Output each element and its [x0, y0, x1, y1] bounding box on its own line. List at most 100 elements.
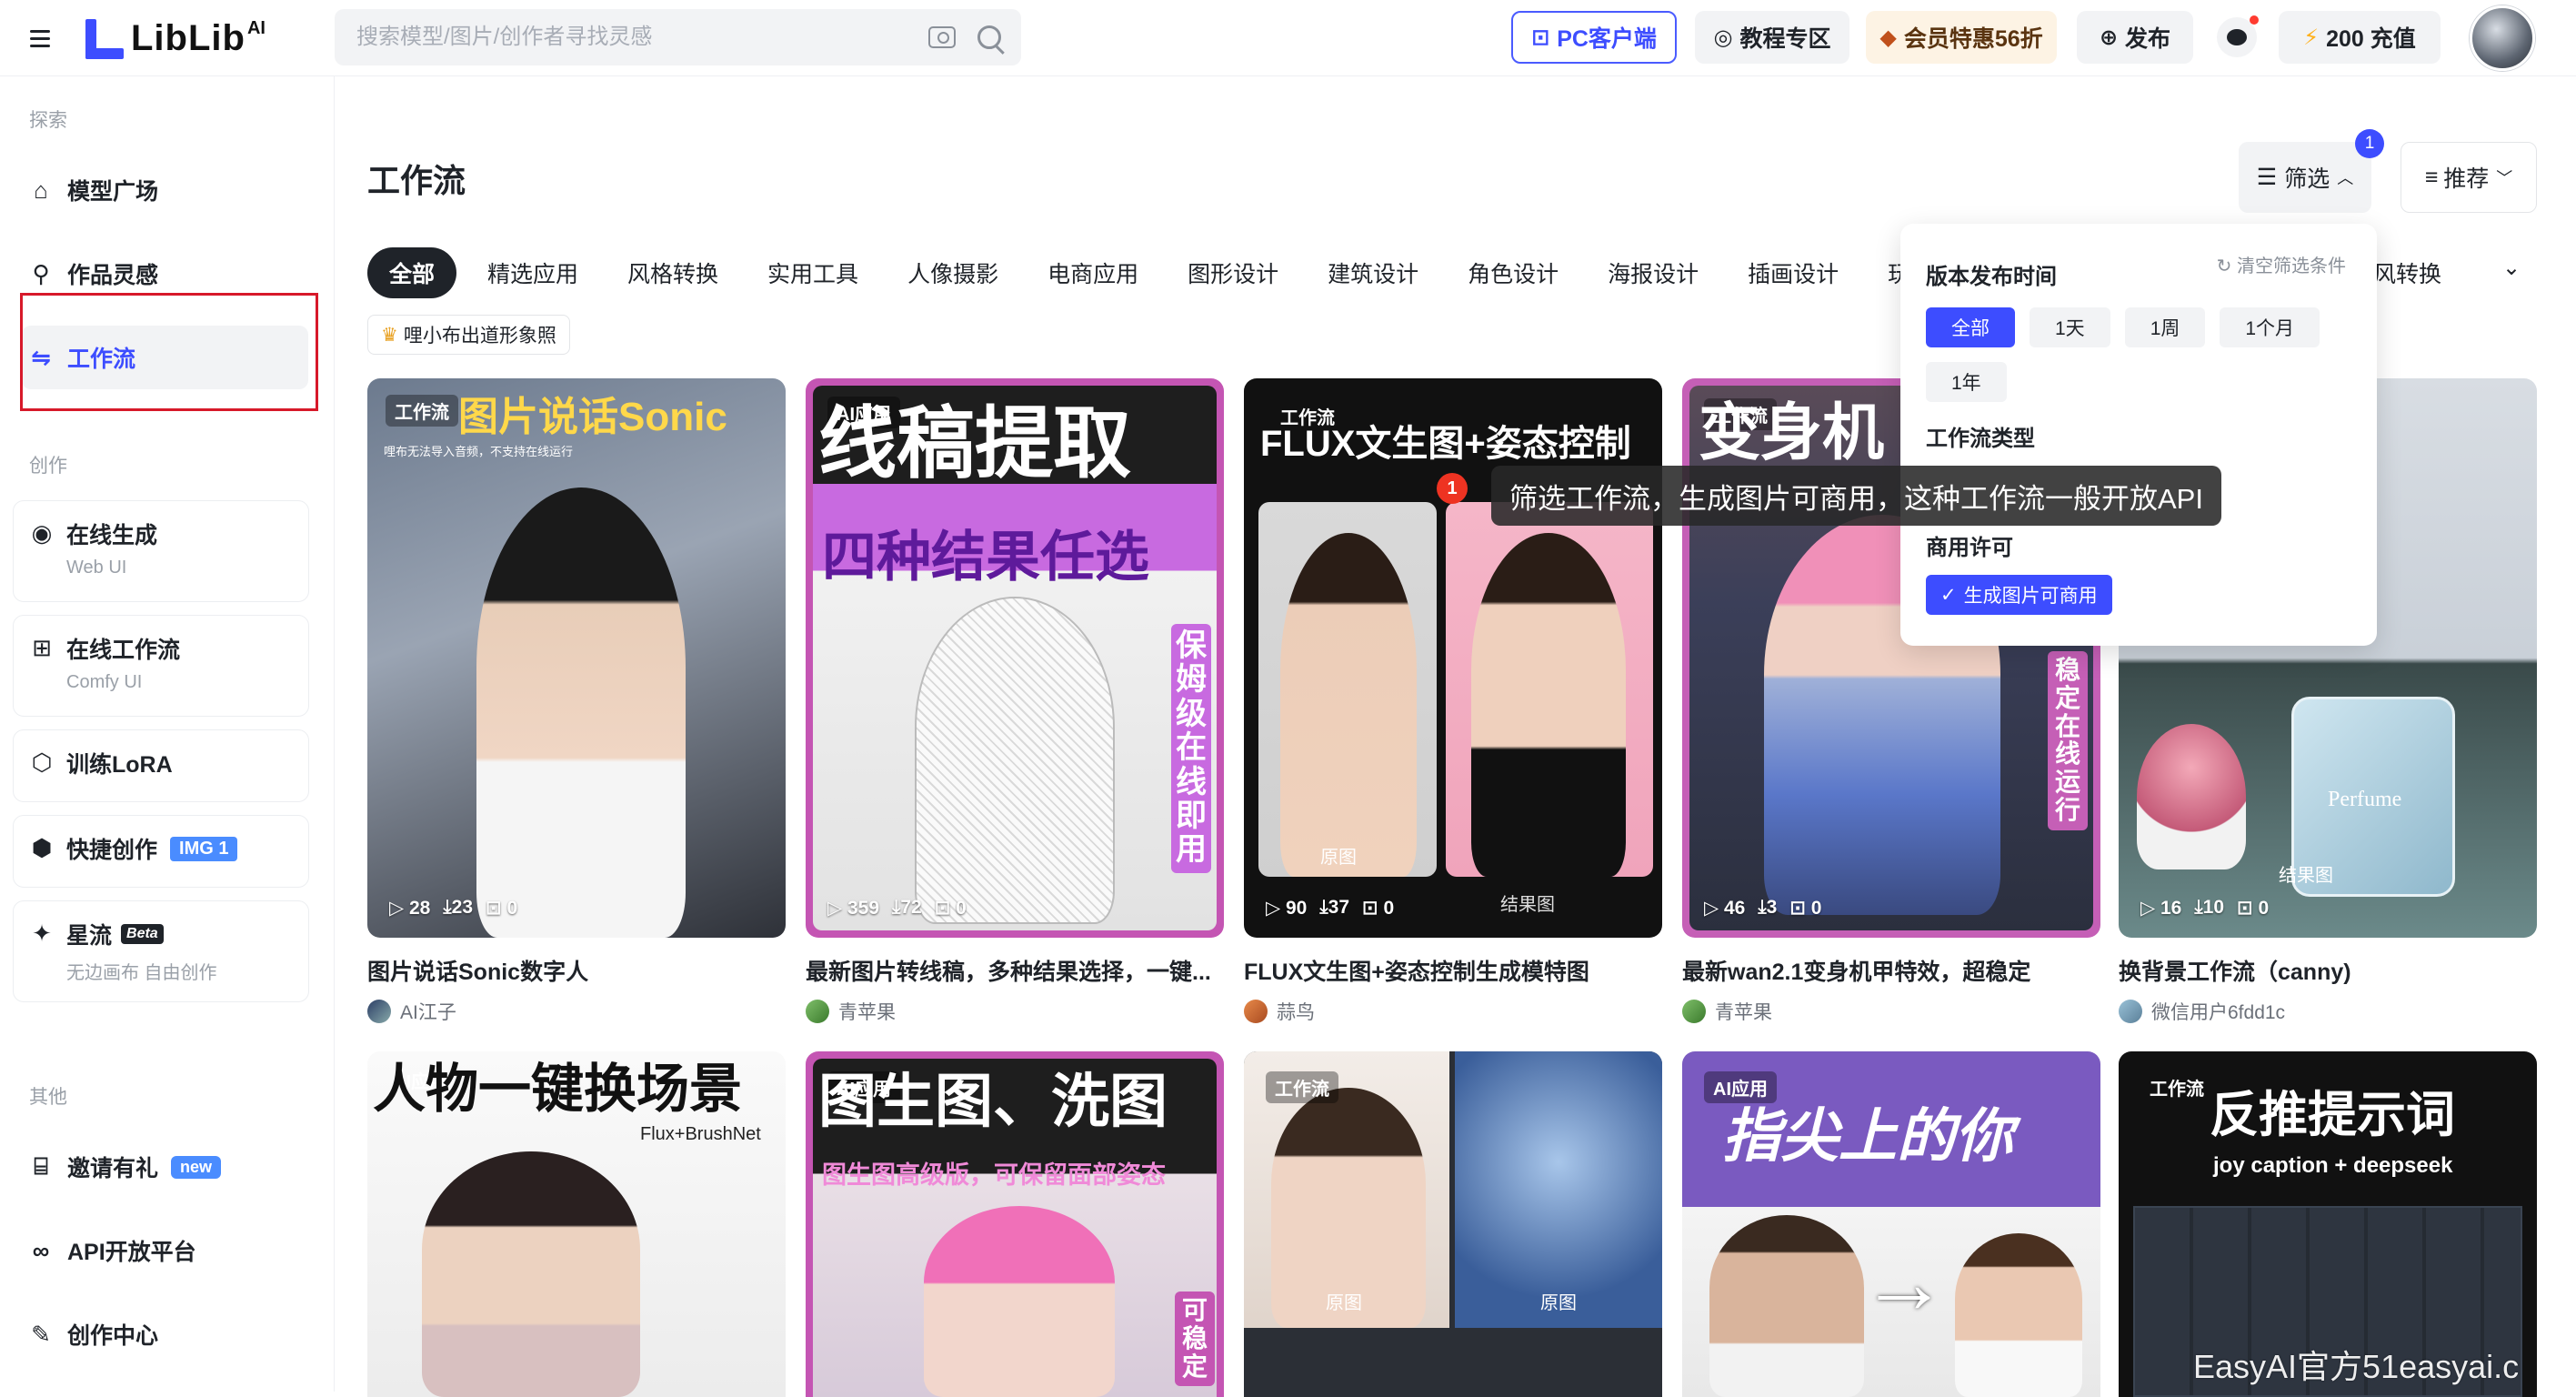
author-avatar: [806, 1000, 829, 1023]
gift-icon: ⌸: [34, 1152, 48, 1180]
card-title[interactable]: 换背景工作流（canny): [2119, 954, 2537, 987]
section-other: 其他: [29, 1087, 67, 1108]
license-options: ✓ 生成图片可商用: [1926, 575, 2344, 615]
sidebar-item-api[interactable]: ∞ API开放平台: [22, 1219, 308, 1282]
unread-dot: [2250, 15, 2259, 25]
card-author[interactable]: 青苹果: [1682, 998, 2100, 1025]
card-author[interactable]: AI江子: [367, 998, 786, 1025]
workflow-card[interactable]: 工作流 图片说话Sonic 哩布无法导入音频，不支持在线运行 ▷ 28 ⤓23 …: [367, 378, 786, 1025]
tab-style[interactable]: 风格转换: [627, 256, 718, 289]
workflow-card[interactable]: 工作流 原图 原图: [1244, 1051, 1662, 1397]
tab-character[interactable]: 角色设计: [1468, 256, 1559, 289]
time-option-all[interactable]: 全部: [1926, 307, 2015, 347]
sketch-figure: [915, 597, 1115, 924]
workflow-card[interactable]: → AI应用 指尖上的你: [1682, 1051, 2100, 1397]
filter-tooltip: 筛选工作流，生成图片可商用，这种工作流一般开放API: [1491, 466, 2221, 526]
tab-illustration[interactable]: 插画设计: [1748, 256, 1839, 289]
sparkle-icon: ✦: [32, 920, 52, 947]
recharge-button[interactable]: ⚡ 200 充值: [2279, 11, 2441, 64]
tabs-expand-icon[interactable]: ⌄: [2502, 255, 2521, 281]
search-input[interactable]: [355, 24, 928, 51]
time-option-1year[interactable]: 1年: [1926, 362, 2007, 402]
tag-chip[interactable]: ♛ 哩小布出道形象照: [367, 315, 570, 355]
cartoon-figure: [1955, 1233, 2082, 1397]
card-thumbnail[interactable]: 工作流 FLUX文生图+姿态控制 原图 结果图 ▷ 90 ⤓37 ⊡ 0: [1244, 378, 1662, 938]
sidebar-item-workflow[interactable]: ⇋ 工作流: [22, 326, 308, 389]
plus-circle-icon: ⊕: [2099, 25, 2119, 50]
message-button[interactable]: [2217, 15, 2259, 57]
time-option-1month[interactable]: 1个月: [2220, 307, 2320, 347]
card-author[interactable]: 蒜鸟: [1244, 998, 1662, 1025]
card-title[interactable]: 最新wan2.1变身机甲特效，超稳定: [1682, 954, 2100, 987]
tutorial-button[interactable]: ◎ 教程专区: [1695, 11, 1849, 64]
sidebar: 探索 ⌂ 模型广场 ⚲ 作品灵感 ⇋ 工作流 创作 ◉ 在线生成 Web UI …: [0, 76, 335, 1392]
liblib-logo[interactable]: LibLib AI: [84, 11, 266, 65]
tab-ecommerce[interactable]: 电商应用: [1047, 256, 1138, 289]
logo-mark-icon: [84, 15, 125, 61]
tutorial-icon: ◎: [1713, 25, 1733, 50]
filter-button[interactable]: ☰ 筛选 ︿: [2239, 142, 2371, 213]
sidebar-item-train-lora[interactable]: ⬡ 训练LoRA: [13, 729, 309, 802]
annotation-marker: 1: [1437, 473, 1468, 504]
card-thumbnail[interactable]: AI应用 人物一键换场景 Flux+BrushNet: [367, 1051, 786, 1397]
tab-portrait[interactable]: 人像摄影: [907, 256, 998, 289]
menu-icon[interactable]: [18, 16, 62, 60]
card-thumbnail[interactable]: 工作流 原图 原图: [1244, 1051, 1662, 1397]
license-option-commercial[interactable]: ✓ 生成图片可商用: [1926, 575, 2112, 615]
result-figure: [1471, 533, 1626, 877]
card-title[interactable]: FLUX文生图+姿态控制生成模特图: [1244, 954, 1662, 987]
time-option-1week[interactable]: 1周: [2124, 307, 2206, 347]
card-stats: ▷ 90 ⤓37 ⊡ 0: [1266, 897, 1395, 919]
chevron-down-icon: ﹀: [2496, 169, 2513, 187]
workflow-card[interactable]: AI应用 线稿提取 四种结果任选 保姆级在线即用 ▷ 359 ⤓72 ⊡ 0 最…: [806, 378, 1224, 1025]
tab-tools[interactable]: 实用工具: [767, 256, 858, 289]
vip-discount-button[interactable]: ◆ 会员特惠56折: [1866, 11, 2057, 64]
user-avatar[interactable]: [2470, 5, 2535, 71]
tab-all[interactable]: 全部: [367, 247, 457, 298]
time-option-1day[interactable]: 1天: [2030, 307, 2110, 347]
filter-dropdown: 版本发布时间 ↻ 清空筛选条件 全部 1天 1周 1个月 1年 工作流类型 商用…: [1900, 224, 2377, 646]
card-thumbnail[interactable]: → AI应用 指尖上的你: [1682, 1051, 2100, 1397]
sidebar-item-creator-center[interactable]: ✎ 创作中心: [22, 1302, 308, 1366]
chevron-up-icon: ︿: [2337, 169, 2354, 187]
chart-icon: ✎: [31, 1320, 51, 1348]
search-icon[interactable]: [977, 25, 1001, 49]
card-title[interactable]: 最新图片转线稿，多种结果选择，一键...: [806, 954, 1224, 987]
card-author[interactable]: 青苹果: [806, 998, 1224, 1025]
sidebar-item-online-gen[interactable]: ◉ 在线生成 Web UI: [13, 500, 309, 602]
publish-button[interactable]: ⊕ 发布: [2077, 11, 2193, 64]
hexagon-icon: ⬡: [31, 749, 53, 776]
author-avatar: [367, 1000, 391, 1023]
tab-architecture[interactable]: 建筑设计: [1328, 256, 1418, 289]
sidebar-item-starflow[interactable]: ✦ 星流 Beta 无边画布 自由创作: [13, 900, 309, 1002]
card-author[interactable]: 微信用户6fdd1c: [2119, 998, 2537, 1025]
card-stats: ▷ 28 ⤓23 ⊡ 0: [389, 897, 518, 919]
sidebar-item-online-workflow[interactable]: ⊞ 在线工作流 Comfy UI: [13, 615, 309, 717]
pc-client-button[interactable]: ⊡ PC客户端: [1511, 11, 1677, 64]
card-title[interactable]: 图片说话Sonic数字人: [367, 954, 786, 987]
arrow-right-icon: →: [1860, 1234, 1948, 1332]
workflow-card[interactable]: AI应用 图生图、洗图 图生图高级版，可保留面部姿态 可稳定: [806, 1051, 1224, 1397]
tab-poster[interactable]: 海报设计: [1608, 256, 1699, 289]
sidebar-item-works[interactable]: ⚲ 作品灵感: [22, 242, 308, 306]
palette-icon: ◉: [31, 519, 53, 547]
sidebar-item-models[interactable]: ⌂ 模型广场: [22, 158, 308, 222]
original-figure: [1280, 533, 1417, 877]
man-figure: [1709, 1215, 1864, 1397]
camera-icon[interactable]: [928, 26, 956, 48]
sort-button[interactable]: ≡ 推荐 ﹀: [2401, 142, 2537, 213]
workflow-card[interactable]: AI应用 人物一键换场景 Flux+BrushNet: [367, 1051, 786, 1397]
tab-style-transfer[interactable]: 风转换: [2373, 256, 2441, 289]
card-thumbnail[interactable]: 工作流 图片说话Sonic 哩布无法导入音频，不支持在线运行 ▷ 28 ⤓23 …: [367, 378, 786, 938]
card-stats: ▷ 16 ⤓10 ⊡ 0: [2140, 897, 2270, 919]
tab-graphic[interactable]: 图形设计: [1188, 256, 1278, 289]
clear-filters-button[interactable]: ↻ 清空筛选条件: [2217, 251, 2346, 277]
sidebar-item-invite[interactable]: ⌸ 邀请有礼 new: [22, 1135, 308, 1199]
card-thumbnail[interactable]: AI应用 线稿提取 四种结果任选 保姆级在线即用 ▷ 359 ⤓72 ⊡ 0: [806, 378, 1224, 938]
card-thumbnail[interactable]: AI应用 图生图、洗图 图生图高级版，可保留面部姿态 可稳定: [806, 1051, 1224, 1397]
reset-icon: ↻: [2216, 256, 2232, 276]
sidebar-item-quick-create[interactable]: ⬢ 快捷创作 IMG 1: [13, 815, 309, 888]
tab-featured[interactable]: 精选应用: [487, 256, 578, 289]
download-icon: ⊡: [1531, 25, 1550, 50]
pink-hair-figure: [924, 1206, 1115, 1397]
